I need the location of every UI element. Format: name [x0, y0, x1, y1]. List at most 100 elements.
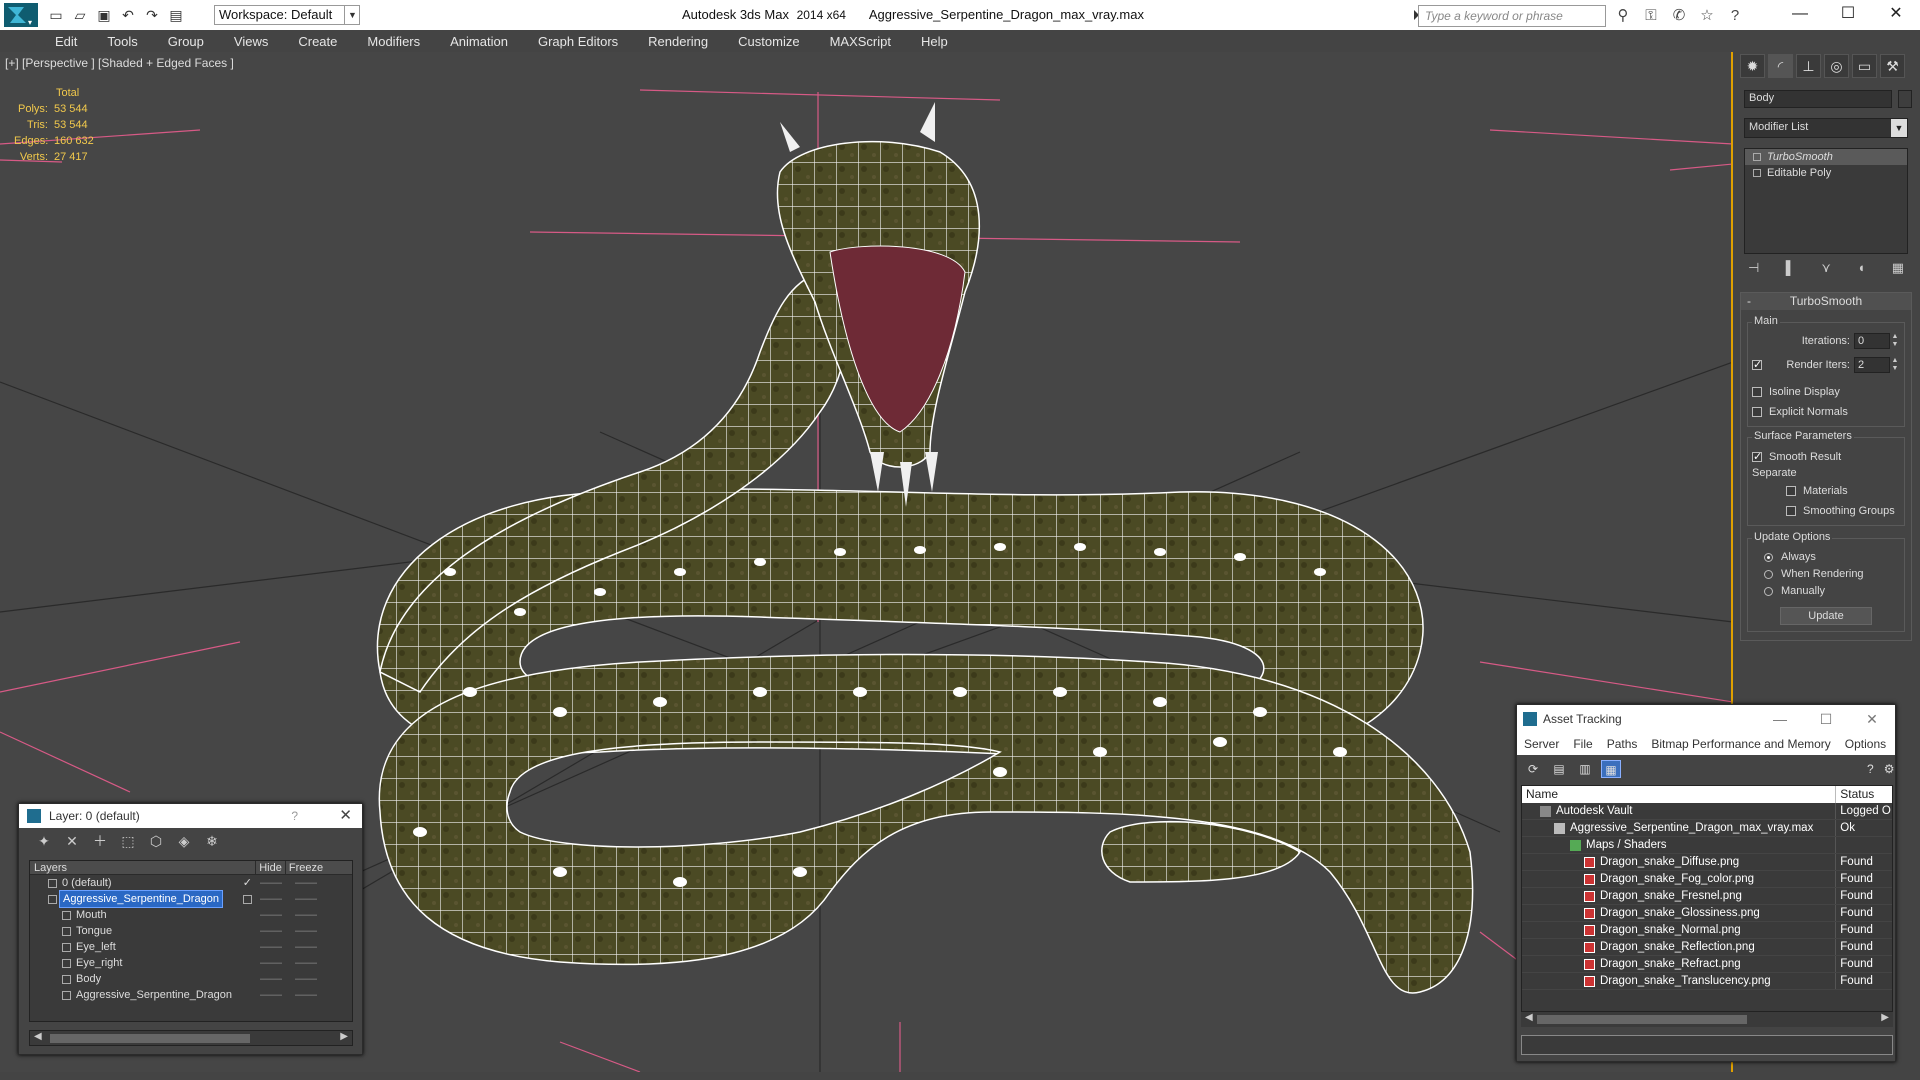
- menu-graph-editors[interactable]: Graph Editors: [523, 34, 633, 49]
- hide-toggle[interactable]: ——: [256, 955, 286, 971]
- workspace-selector[interactable]: Workspace: Default: [214, 5, 360, 25]
- when-rendering-option[interactable]: When Rendering: [1752, 566, 1900, 582]
- explicit-normals-checkbox[interactable]: [1752, 406, 1762, 417]
- scroll-left-icon[interactable]: ◀: [34, 1031, 42, 1042]
- collapse-icon[interactable]: -: [1747, 293, 1751, 310]
- materials-checkbox[interactable]: [1786, 485, 1796, 496]
- asset-row[interactable]: Maps / Shaders: [1522, 837, 1892, 854]
- freeze-all-icon[interactable]: ❄: [203, 832, 221, 850]
- object-name[interactable]: Mouth: [76, 907, 107, 923]
- hide-toggle[interactable]: ——: [256, 939, 286, 955]
- horizontal-scrollbar[interactable]: ◀ ▶: [1521, 1011, 1893, 1027]
- asset-row[interactable]: Autodesk Vault Logged O: [1522, 803, 1892, 820]
- rollout-header[interactable]: - TurboSmooth: [1741, 293, 1911, 310]
- menu-help[interactable]: Help: [906, 34, 963, 49]
- hide-toggle[interactable]: ——: [256, 907, 286, 923]
- display-tab-icon[interactable]: ▭: [1852, 54, 1877, 78]
- chevron-down-icon[interactable]: ▼: [344, 5, 360, 25]
- freeze-toggle[interactable]: ——: [286, 971, 326, 987]
- viewport-label[interactable]: [+] [Perspective ] [Shaded + Edged Faces…: [5, 56, 234, 70]
- settings-icon[interactable]: ⚙: [1884, 760, 1895, 778]
- layer-row[interactable]: 0 (default) ✓ —— ——: [30, 875, 352, 891]
- maximize-button[interactable]: ☐: [1824, 0, 1872, 30]
- select-objects-icon[interactable]: ⬚: [119, 832, 137, 850]
- communication-icon[interactable]: ✆: [1668, 5, 1690, 27]
- freeze-column[interactable]: Freeze: [286, 861, 326, 874]
- asset-row[interactable]: Dragon_snake_Diffuse.png Found: [1522, 854, 1892, 871]
- binoculars-icon[interactable]: ⚲: [1612, 5, 1634, 27]
- object-name[interactable]: Tongue: [76, 923, 112, 939]
- iterations-input[interactable]: 0: [1854, 333, 1890, 349]
- active-layer-check-icon[interactable]: ✓: [243, 875, 252, 891]
- menu-edit[interactable]: Edit: [40, 34, 92, 49]
- remove-modifier-icon[interactable]: ◖: [1857, 260, 1865, 280]
- isoline-display-option[interactable]: Isoline Display: [1752, 383, 1900, 400]
- hide-toggle[interactable]: ——: [256, 923, 286, 939]
- menu-rendering[interactable]: Rendering: [633, 34, 723, 49]
- open-icon[interactable]: ▱: [70, 5, 90, 25]
- layer-row[interactable]: Tongue —— ——: [30, 923, 352, 939]
- table-view-icon[interactable]: ▦: [1601, 760, 1621, 778]
- asset-row[interactable]: Aggressive_Serpentine_Dragon_max_vray.ma…: [1522, 820, 1892, 837]
- menu-animation[interactable]: Animation: [435, 34, 523, 49]
- create-tab-icon[interactable]: ✹: [1740, 54, 1765, 78]
- materials-option[interactable]: Materials: [1752, 482, 1900, 499]
- menu-group[interactable]: Group: [153, 34, 219, 49]
- refresh-icon[interactable]: ⟳: [1523, 760, 1543, 778]
- save-icon[interactable]: ▣: [94, 5, 114, 25]
- create-layer-icon[interactable]: ✦: [35, 832, 53, 850]
- thumbnail-view-icon[interactable]: ▥: [1575, 760, 1595, 778]
- smoothing-groups-option[interactable]: Smoothing Groups: [1752, 502, 1900, 519]
- dialog-title-bar[interactable]: Asset Tracking — ☐ ✕: [1517, 705, 1895, 733]
- layer-row[interactable]: Eye_left —— ——: [30, 939, 352, 955]
- scroll-left-icon[interactable]: ◀: [1525, 1012, 1533, 1023]
- menu-bitmap-performance[interactable]: Bitmap Performance and Memory: [1644, 733, 1837, 755]
- freeze-toggle[interactable]: ——: [286, 955, 326, 971]
- layer-row[interactable]: Body —— ——: [30, 971, 352, 987]
- object-color-swatch[interactable]: [1898, 90, 1912, 108]
- layer-name[interactable]: Aggressive_Serpentine_Dragon: [59, 890, 223, 908]
- asset-row[interactable]: Dragon_snake_Fog_color.png Found: [1522, 871, 1892, 888]
- status-column[interactable]: Status: [1836, 786, 1892, 803]
- favorites-icon[interactable]: ☆: [1696, 5, 1718, 27]
- manually-radio[interactable]: [1764, 586, 1773, 596]
- modifier-list-dropdown[interactable]: Modifier List ▼: [1744, 118, 1908, 138]
- freeze-toggle[interactable]: ——: [286, 987, 326, 1003]
- asset-row[interactable]: Dragon_snake_Fresnel.png Found: [1522, 888, 1892, 905]
- explicit-normals-option[interactable]: Explicit Normals: [1752, 403, 1900, 420]
- freeze-toggle[interactable]: ——: [286, 907, 326, 923]
- menu-views[interactable]: Views: [219, 34, 283, 49]
- close-button[interactable]: ✕: [1872, 0, 1920, 30]
- object-name-field[interactable]: Body: [1744, 90, 1892, 108]
- manually-option[interactable]: Manually: [1752, 583, 1900, 599]
- freeze-toggle[interactable]: ——: [286, 939, 326, 955]
- list-view-icon[interactable]: ▤: [1549, 760, 1569, 778]
- hide-toggle[interactable]: ——: [256, 875, 286, 891]
- always-radio[interactable]: [1764, 552, 1773, 562]
- menu-create[interactable]: Create: [283, 34, 352, 49]
- layer-row[interactable]: Aggressive_Serpentine_Dragon —— ——: [30, 890, 352, 908]
- add-to-layer-icon[interactable]: ＋: [91, 832, 109, 850]
- menu-maxscript[interactable]: MAXScript: [815, 34, 906, 49]
- smoothing-groups-checkbox[interactable]: [1786, 505, 1796, 516]
- chevron-down-icon[interactable]: ▼: [1891, 119, 1907, 137]
- project-icon[interactable]: ▤: [166, 5, 186, 25]
- horizontal-scrollbar[interactable]: ◀ ▶: [29, 1030, 353, 1046]
- menu-tools[interactable]: Tools: [92, 34, 152, 49]
- update-button[interactable]: Update: [1780, 607, 1872, 625]
- menu-customize[interactable]: Customize: [723, 34, 814, 49]
- scrollbar-thumb[interactable]: [50, 1034, 250, 1043]
- freeze-toggle[interactable]: ——: [286, 923, 326, 939]
- light-bulb-icon[interactable]: [1753, 153, 1761, 161]
- maximize-button[interactable]: ☐: [1803, 705, 1849, 733]
- hide-toggle[interactable]: ——: [256, 891, 286, 907]
- make-active-icon[interactable]: [243, 895, 252, 904]
- pin-stack-icon[interactable]: ⊣: [1748, 260, 1759, 280]
- motion-tab-icon[interactable]: ◎: [1824, 54, 1849, 78]
- minimize-button[interactable]: —: [1757, 705, 1803, 733]
- dragon-mouth[interactable]: [829, 245, 966, 433]
- minimize-button[interactable]: —: [1776, 0, 1824, 30]
- object-name[interactable]: Aggressive_Serpentine_Dragon: [76, 987, 232, 1003]
- freeze-toggle[interactable]: ——: [286, 891, 326, 907]
- asset-row[interactable]: Dragon_snake_Normal.png Found: [1522, 922, 1892, 939]
